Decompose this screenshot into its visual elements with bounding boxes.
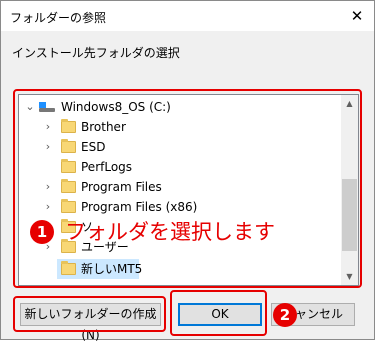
close-button[interactable]: ✕: [340, 1, 374, 31]
step-2-marker: 2: [273, 303, 297, 327]
window-title: フォルダーの参照: [10, 11, 107, 25]
callout-text: フォルダを選択します: [65, 220, 275, 244]
instruction-text: インストール先フォルダの選択: [12, 46, 180, 60]
tree-highlight-frame: [13, 89, 362, 288]
ok-highlight-frame: [170, 290, 267, 336]
step-1-marker: 1: [30, 220, 54, 244]
title-bar: フォルダーの参照 ✕: [1, 1, 374, 31]
new-folder-highlight-frame: [13, 296, 166, 332]
